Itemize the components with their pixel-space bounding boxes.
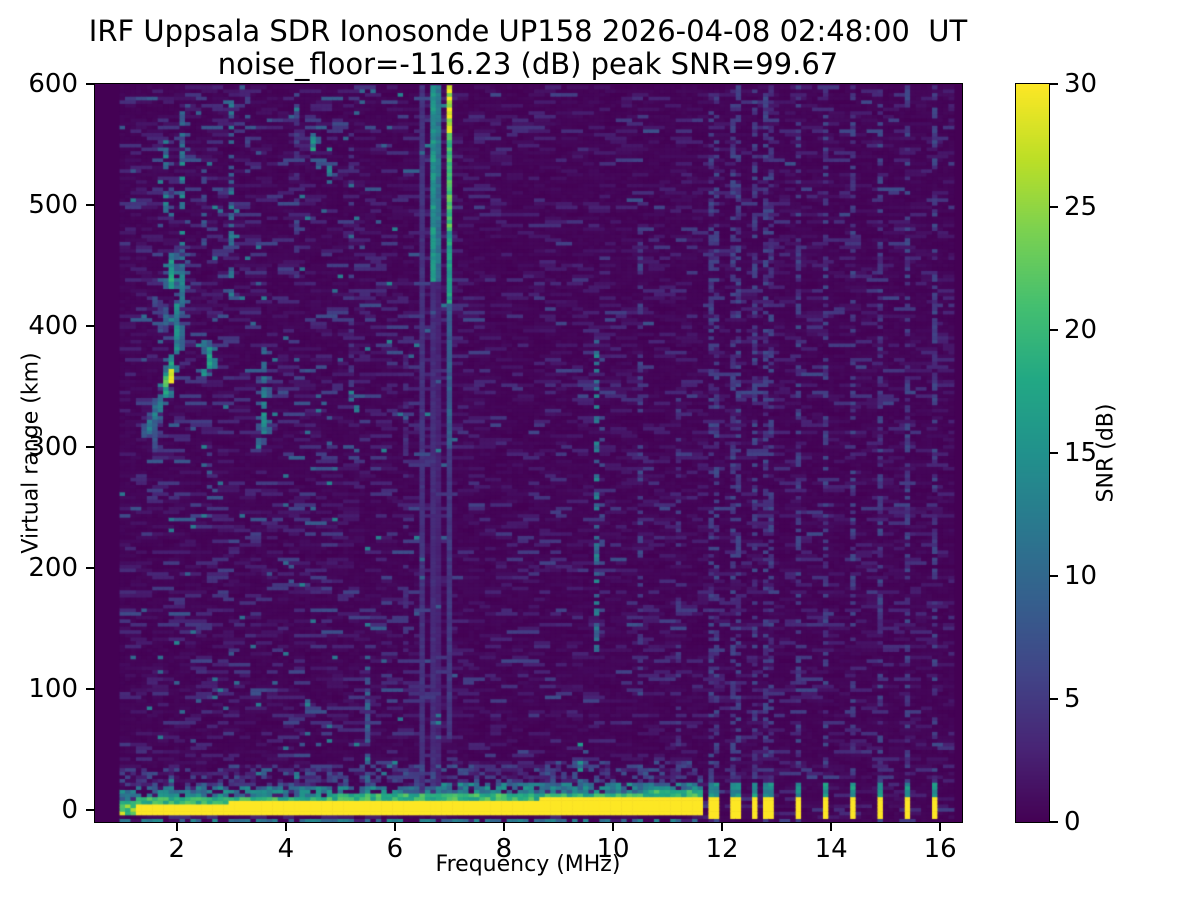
colorbar-tick-label: 25 (1064, 192, 1098, 222)
y-tick (86, 83, 94, 85)
x-tick-label: 14 (814, 834, 848, 864)
colorbar-tick (1050, 329, 1058, 331)
colorbar-tick (1050, 698, 1058, 700)
y-tick-label: 600 (28, 69, 78, 99)
colorbar-canvas (1016, 84, 1049, 822)
figure-subtitle: noise_floor=-116.23 (dB) peak SNR=99.67 (217, 47, 839, 81)
x-tick (394, 823, 396, 831)
colorbar-tick-label: 0 (1064, 807, 1081, 837)
x-tick (721, 823, 723, 831)
x-tick-label: 10 (596, 834, 630, 864)
colorbar-tick-label: 5 (1064, 684, 1081, 714)
x-tick (830, 823, 832, 831)
x-tick (612, 823, 614, 831)
y-tick-label: 100 (28, 673, 78, 704)
y-tick (86, 567, 94, 569)
ionogram-figure: IRF Uppsala SDR Ionosonde UP158 2026-04-… (0, 0, 1200, 900)
y-tick-label: 400 (28, 310, 78, 341)
y-tick-label: 200 (28, 552, 78, 583)
figure-title: IRF Uppsala SDR Ionosonde UP158 2026-04-… (88, 14, 968, 48)
colorbar-tick-label: 30 (1064, 69, 1098, 99)
x-tick (503, 823, 505, 831)
x-tick-label: 6 (386, 834, 404, 864)
y-tick-label: 0 (61, 794, 78, 825)
x-tick (939, 823, 941, 831)
colorbar-tick-label: 15 (1064, 438, 1098, 468)
colorbar-label: SNR (dB) (1093, 403, 1119, 503)
x-tick-label: 2 (168, 834, 186, 864)
y-tick (86, 446, 94, 448)
y-tick (86, 325, 94, 327)
colorbar-tick (1050, 821, 1058, 823)
y-tick-label: 300 (28, 431, 78, 462)
y-tick (86, 688, 94, 690)
x-tick-label: 16 (923, 834, 957, 864)
colorbar-tick (1050, 83, 1058, 85)
x-tick-label: 8 (495, 834, 513, 864)
colorbar-tick (1050, 575, 1058, 577)
colorbar-tick (1050, 206, 1058, 208)
colorbar-tick (1050, 452, 1058, 454)
x-tick (285, 823, 287, 831)
x-tick-label: 12 (705, 834, 739, 864)
x-tick-label: 4 (277, 834, 295, 864)
colorbar-tick-label: 20 (1064, 315, 1098, 345)
ionogram-heatmap-canvas (95, 84, 962, 822)
colorbar-tick-label: 10 (1064, 561, 1098, 591)
y-tick (86, 204, 94, 206)
y-tick (86, 809, 94, 811)
x-tick (175, 823, 178, 831)
x-axis-label: Frequency (MHz) (435, 852, 621, 877)
y-tick-label: 500 (28, 189, 78, 220)
